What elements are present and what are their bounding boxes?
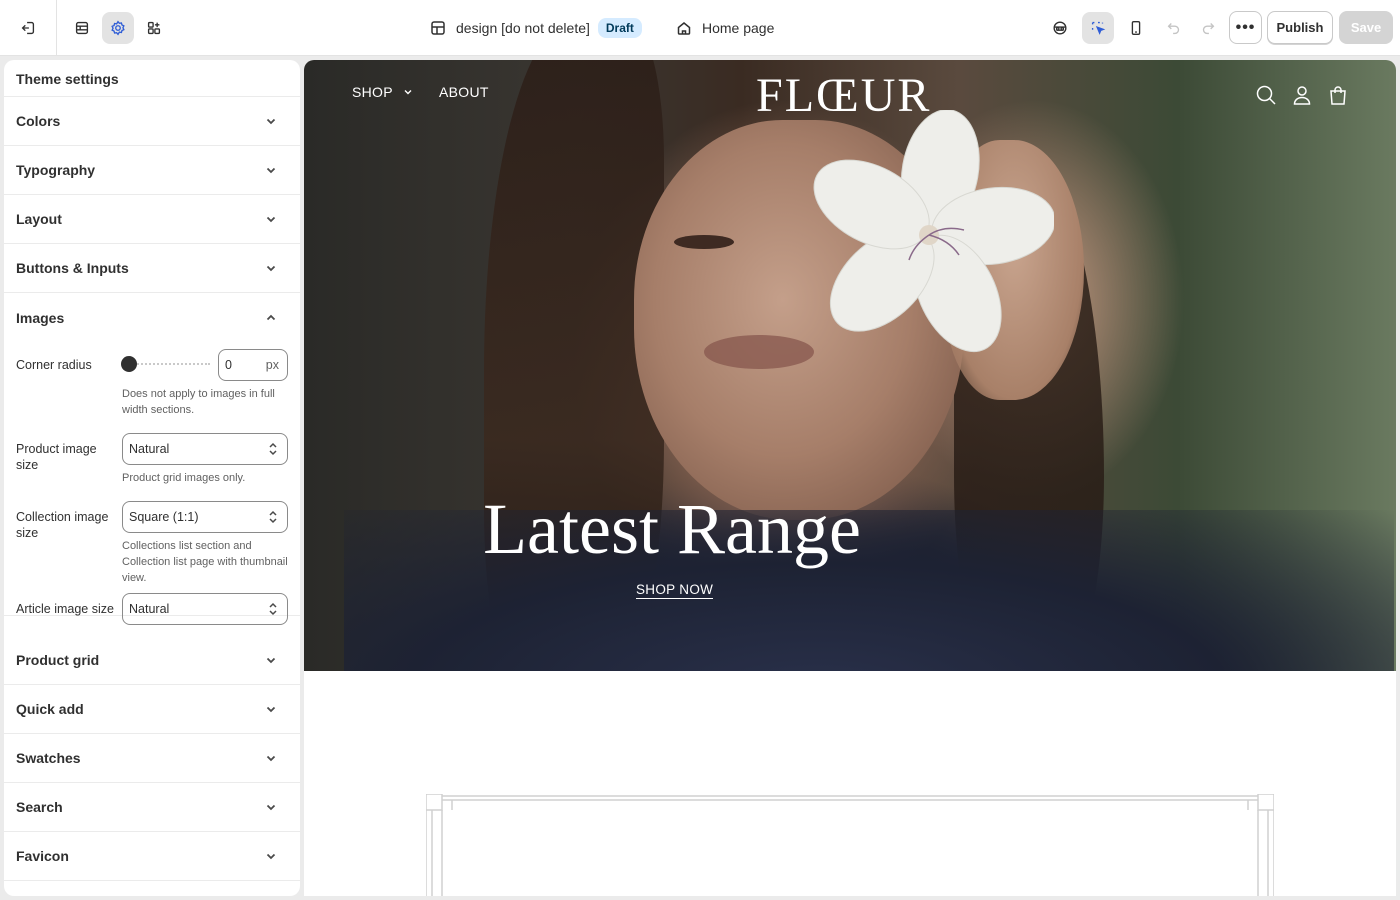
undo-button[interactable] — [1158, 12, 1190, 44]
nav-shop[interactable]: SHOP — [352, 84, 413, 100]
accordion-buttons-inputs[interactable]: Buttons & Inputs — [4, 244, 300, 293]
accordion-images[interactable]: Images — [4, 293, 300, 342]
corner-radius-help: Does not apply to images in full width s… — [122, 388, 275, 416]
topbar-divider — [56, 0, 57, 56]
save-button[interactable]: Save — [1339, 11, 1393, 44]
theme-name: design [do not delete] — [456, 20, 590, 36]
select-value: Natural — [129, 442, 170, 456]
accordion-label: Buttons & Inputs — [16, 260, 129, 276]
theme-settings-panel: Theme settings Colors Typography Layout … — [4, 60, 300, 896]
select-arrows-icon — [269, 602, 277, 616]
publish-button[interactable]: Publish — [1267, 11, 1333, 44]
search-icon[interactable] — [1255, 84, 1277, 106]
status-badge: Draft — [597, 18, 642, 38]
chevron-down-icon — [266, 167, 276, 174]
editor-topbar: design [do not delete] Draft Home page •… — [0, 0, 1400, 56]
page-selector[interactable]: Home page — [676, 16, 774, 40]
select-element-button[interactable] — [1082, 12, 1114, 44]
select-arrows-icon — [269, 510, 277, 524]
select-arrows-icon — [269, 442, 277, 456]
collection-image-size-label: Collection image size — [16, 510, 109, 540]
chevron-down-icon — [266, 657, 276, 664]
accordion-layout[interactable]: Layout — [4, 195, 300, 244]
more-actions-button[interactable]: ••• — [1229, 11, 1262, 44]
undo-icon — [1167, 23, 1180, 35]
nav-about[interactable]: ABOUT — [439, 84, 489, 100]
product-image-size-help: Product grid images only. — [122, 472, 246, 484]
accordion-label: Search — [16, 799, 63, 815]
page-name: Home page — [702, 20, 775, 36]
product-image-size-label: Product image size — [16, 442, 97, 472]
accordion-search[interactable]: Search — [4, 783, 300, 832]
redo-button[interactable] — [1192, 12, 1224, 44]
app-embeds-button[interactable] — [138, 12, 170, 44]
mobile-icon — [1131, 21, 1141, 35]
accordion-colors[interactable]: Colors — [4, 97, 300, 146]
theme-settings-button[interactable] — [102, 12, 134, 44]
collection-image-size-select[interactable]: Square (1:1) — [122, 501, 288, 533]
accordion-label: Quick add — [16, 701, 84, 717]
inspector-icon — [1053, 21, 1067, 35]
select-value: Square (1:1) — [129, 510, 199, 524]
chevron-down-icon — [266, 216, 276, 223]
chevron-down-icon — [266, 706, 276, 713]
hero-title: Latest Range — [483, 489, 861, 569]
cursor-select-icon — [1091, 21, 1106, 35]
chevron-down-icon — [266, 853, 276, 860]
accordion-typography[interactable]: Typography — [4, 146, 300, 195]
select-value: Natural — [129, 602, 170, 616]
sections-button[interactable] — [66, 12, 98, 44]
chevron-down-icon — [404, 90, 412, 95]
accordion-favicon[interactable]: Favicon — [4, 832, 300, 881]
hero-shop-now-link[interactable]: SHOP NOW — [636, 582, 714, 599]
corner-radius-label: Corner radius — [16, 358, 92, 372]
redo-icon — [1202, 23, 1215, 35]
nav-shop-label: SHOP — [352, 84, 393, 100]
apps-icon — [147, 21, 161, 35]
inspector-toggle[interactable] — [1044, 12, 1076, 44]
corner-radius-input[interactable]: 0 px — [218, 349, 288, 381]
chevron-up-icon — [266, 314, 276, 320]
accordion-label: Layout — [16, 211, 62, 227]
chevron-down-icon — [266, 118, 276, 125]
accordion-product-grid[interactable]: Product grid — [4, 636, 300, 685]
account-icon[interactable] — [1291, 84, 1313, 106]
article-image-size-label: Article image size — [16, 602, 114, 616]
storefront-preview[interactable]: SHOP ABOUT FLŒUR Latest Range SHOP NOW — [304, 60, 1396, 896]
corner-radius-slider-thumb[interactable] — [121, 356, 137, 372]
hero-banner[interactable]: SHOP ABOUT FLŒUR Latest Range SHOP NOW — [304, 60, 1396, 671]
chevron-down-icon — [266, 755, 276, 762]
accordion-label: Product grid — [16, 652, 100, 668]
corner-radius-value: 0 — [225, 358, 232, 372]
flower-illustration — [813, 110, 1054, 353]
chevron-down-icon — [266, 804, 276, 811]
article-image-size-select[interactable]: Natural — [122, 593, 288, 625]
accordion-label: Favicon — [16, 848, 69, 864]
hero-image-part — [704, 335, 814, 369]
hero-image-part — [674, 235, 734, 249]
cart-icon[interactable] — [1327, 84, 1349, 106]
sections-icon — [75, 21, 89, 35]
decorative-frame — [426, 794, 1274, 896]
corner-radius-unit: px — [265, 358, 279, 372]
gear-icon — [111, 20, 125, 36]
product-image-size-select[interactable]: Natural — [122, 433, 288, 465]
accordion-label: Images — [16, 309, 65, 326]
accordion-label: Colors — [16, 113, 61, 129]
accordion-quick-add[interactable]: Quick add — [4, 685, 300, 734]
accordion-images-expanded: Images Corner radius 0 px Does not apply… — [4, 293, 300, 625]
theme-layout-icon — [431, 21, 445, 35]
home-icon — [677, 22, 691, 35]
accordion-swatches[interactable]: Swatches — [4, 734, 300, 783]
accordion-label: Swatches — [16, 750, 81, 766]
mobile-preview-button[interactable] — [1120, 12, 1152, 44]
panel-title: Theme settings — [4, 60, 300, 97]
accordion-label: Typography — [16, 162, 96, 178]
chevron-down-icon — [266, 265, 276, 272]
collection-image-size-help: Collections list section and Collection … — [122, 540, 288, 584]
exit-icon — [21, 21, 35, 35]
theme-selector[interactable]: design [do not delete] Draft — [430, 16, 642, 40]
store-logo[interactable]: FLŒUR — [756, 68, 931, 123]
exit-button[interactable] — [12, 12, 44, 44]
